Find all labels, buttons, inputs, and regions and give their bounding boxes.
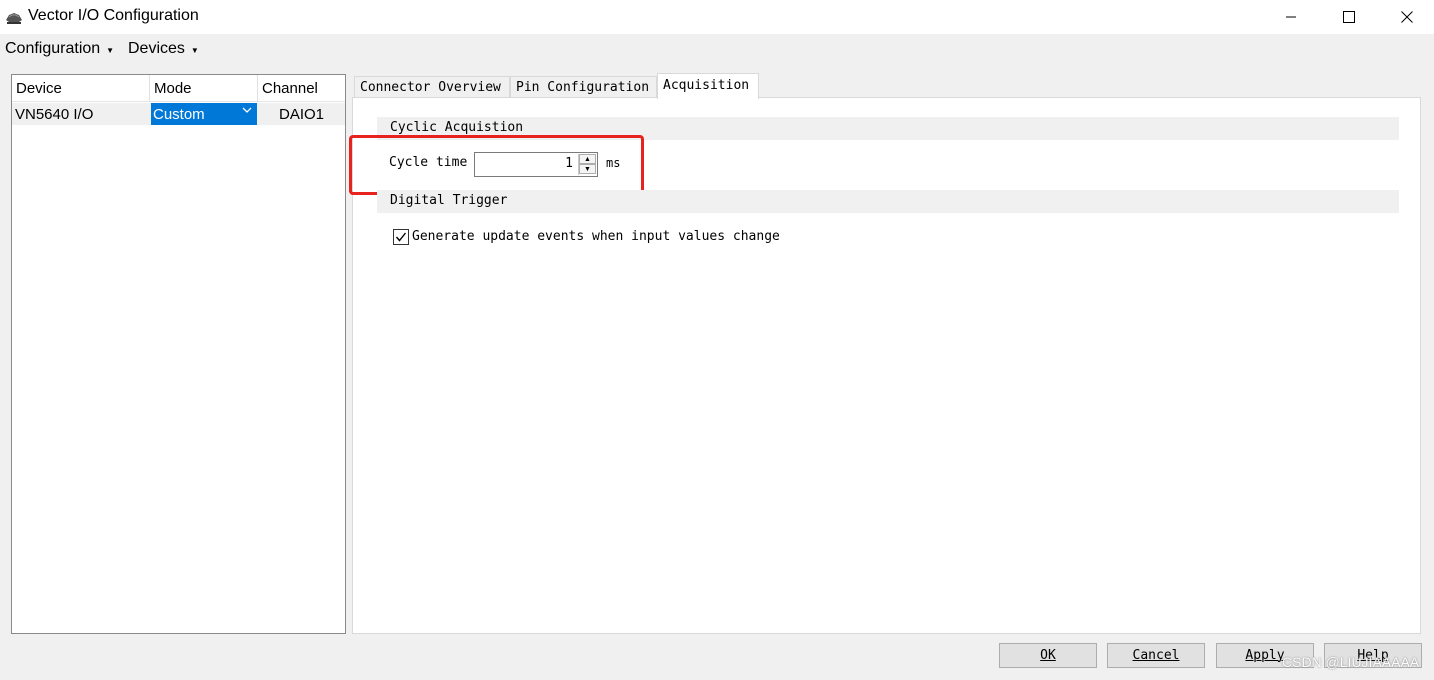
device-table: Device Mode Channel VN5640 I/O Custom DA… — [11, 74, 346, 634]
tab-connector-overview[interactable]: Connector Overview — [354, 76, 510, 98]
column-header-mode[interactable]: Mode — [150, 75, 258, 102]
stepper-down-icon[interactable]: ▼ — [579, 164, 596, 174]
menu-devices-label: Devices — [128, 40, 185, 57]
watermark-text: CSDN @LIUJIAAAAA — [1282, 654, 1420, 670]
chevron-down-icon[interactable] — [242, 105, 252, 118]
ok-button[interactable]: OK — [999, 643, 1097, 668]
menu-configuration-label: Configuration — [5, 40, 101, 57]
tab-pin-configuration[interactable]: Pin Configuration — [510, 76, 657, 98]
cycle-time-value[interactable]: 1 — [565, 156, 573, 171]
menu-bar: Configuration ▼ Devices ▼ — [0, 34, 1434, 64]
menu-devices[interactable]: Devices ▼ — [128, 40, 199, 58]
menu-configuration[interactable]: Configuration ▼ — [5, 40, 114, 58]
table-header: Device Mode Channel — [12, 75, 345, 102]
stepper-buttons: ▲ ▼ — [578, 154, 596, 175]
section-header-digital-trigger: Digital Trigger — [377, 190, 1399, 213]
generate-events-label[interactable]: Generate update events when input values… — [412, 229, 780, 244]
table-row[interactable]: VN5640 I/O Custom DAIO1 — [12, 103, 345, 125]
mode-dropdown[interactable]: Custom — [151, 103, 257, 125]
cycle-time-unit: ms — [606, 156, 621, 170]
close-button[interactable] — [1378, 0, 1434, 34]
caret-down-icon: ▼ — [106, 46, 115, 55]
vector-app-icon — [5, 8, 23, 26]
tab-acquisition[interactable]: Acquisition — [657, 73, 759, 99]
cycle-time-label: Cycle time — [389, 155, 468, 170]
mode-dropdown-value: Custom — [153, 106, 205, 123]
caret-down-icon: ▼ — [190, 46, 199, 55]
cycle-time-stepper[interactable]: 1 ▲ ▼ — [474, 152, 598, 177]
cancel-button[interactable]: Cancel — [1107, 643, 1205, 668]
check-icon — [395, 232, 407, 242]
channel-cell[interactable]: DAIO1 — [258, 103, 345, 125]
acquisition-panel: Cyclic Acquistion Cycle time 1 ▲ ▼ ms Di… — [349, 97, 1421, 634]
title-bar: Vector I/O Configuration — [0, 0, 1434, 34]
maximize-button[interactable] — [1320, 0, 1378, 34]
generate-events-checkbox[interactable] — [393, 229, 409, 245]
stepper-up-icon[interactable]: ▲ — [579, 154, 596, 164]
window-title: Vector I/O Configuration — [28, 7, 199, 24]
column-header-device[interactable]: Device — [12, 75, 150, 102]
column-header-channel[interactable]: Channel — [258, 75, 345, 102]
section-header-cyclic: Cyclic Acquistion — [377, 117, 1399, 140]
device-cell[interactable]: VN5640 I/O — [12, 103, 150, 125]
minimize-button[interactable] — [1262, 0, 1320, 34]
